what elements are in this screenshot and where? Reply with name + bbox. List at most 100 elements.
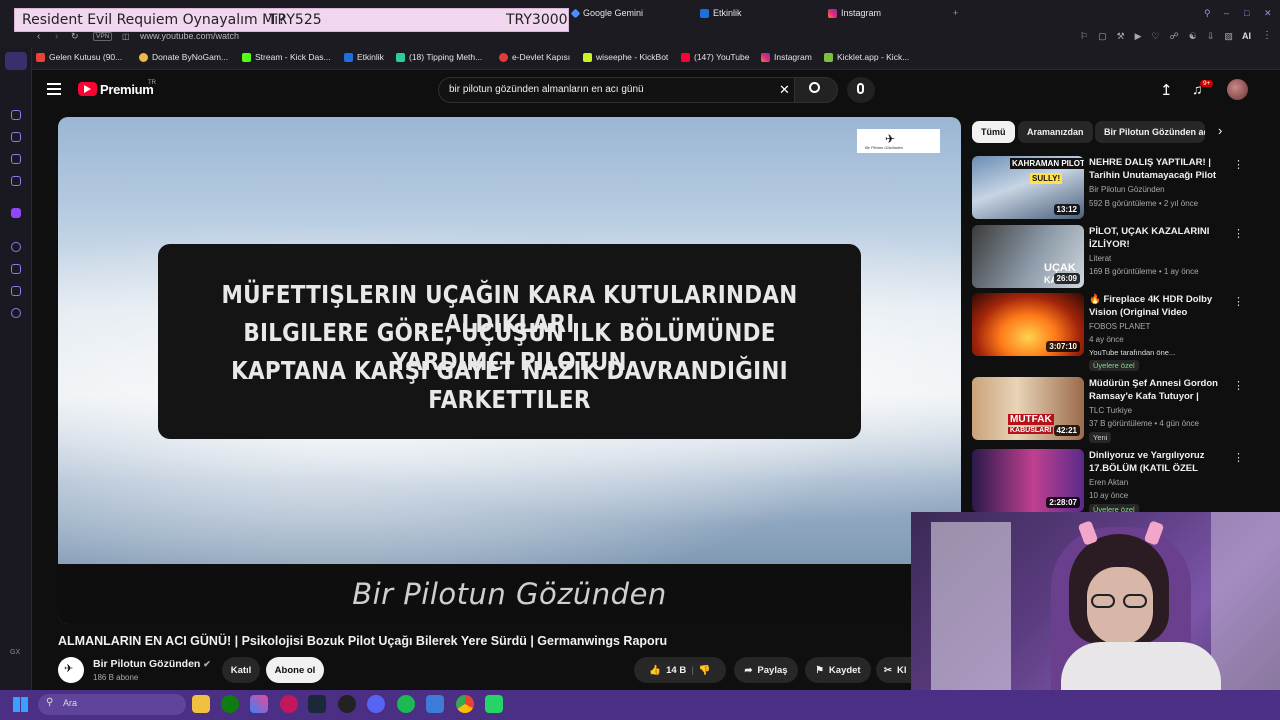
chevron-right-icon[interactable]: › [1218, 123, 1222, 138]
windows-start-icon[interactable] [13, 697, 28, 712]
join-button[interactable]: Katıl [222, 657, 260, 683]
player-icon[interactable] [11, 242, 21, 252]
taskbar-search[interactable]: ⚲ Ara [38, 694, 186, 715]
sidebar-icon-4[interactable] [11, 176, 21, 186]
discord-icon[interactable] [367, 695, 385, 713]
settings-icon[interactable] [11, 308, 21, 318]
more-options-icon[interactable]: ⋮ [1233, 227, 1244, 240]
bookmark-instagram[interactable]: Instagram [761, 52, 812, 62]
search-button[interactable] [794, 77, 838, 103]
forward-icon[interactable]: › [55, 31, 58, 42]
bookmark-gmail[interactable]: Gelen Kutusu (90... [36, 52, 122, 62]
more-options-icon[interactable]: ⋮ [1233, 379, 1244, 392]
donation-amount-total: TRY3000 [506, 12, 568, 28]
kicklet-icon [824, 52, 833, 62]
share-button[interactable]: ➦ Paylaş [734, 657, 798, 683]
chip-all[interactable]: Tümü [972, 121, 1015, 143]
sidebar-icon-1[interactable] [11, 110, 21, 120]
glasses-right [1123, 594, 1147, 608]
card-promo: YouTube tarafından öne... [1089, 348, 1176, 357]
chip-from-search[interactable]: Aramanızdan [1018, 121, 1093, 143]
tab-google-gemini[interactable]: Google Gemini [570, 8, 643, 18]
bookmark-kick[interactable]: Stream - Kick Das... [242, 52, 331, 62]
subscribe-button[interactable]: Abone ol [266, 657, 324, 683]
recommendation-card[interactable]: 3:07:10 🔥 Fireplace 4K HDR Dolby Vision … [971, 293, 1251, 371]
sidebar-icon-5[interactable] [11, 264, 21, 274]
copilot-icon[interactable] [250, 695, 268, 713]
card-meta: 592 B görüntüleme • 2 yıl önce [1089, 199, 1199, 208]
card-meta: 37 B görüntüleme • 4 gün önce [1089, 419, 1199, 428]
video-player[interactable]: ✈ Bir Pilotun Gözünden MÜFETTIŞLERIN UÇA… [58, 117, 961, 624]
ai-button[interactable]: AI [1242, 31, 1251, 41]
tab-etkinlik[interactable]: Etkinlik [700, 8, 742, 18]
dislike-icon[interactable]: 👎 [699, 665, 711, 676]
new-tab-button[interactable]: + [953, 8, 958, 18]
like-count[interactable]: 14 B [666, 665, 686, 676]
search-box[interactable]: bir pilotun gözünden almanların en acı g… [438, 77, 794, 103]
recommendation-card[interactable]: UÇAK KAZ 26:09 PİLOT, UÇAK KAZALARINI İZ… [971, 225, 1251, 291]
chrome-icon[interactable] [456, 695, 474, 713]
vpn-badge[interactable]: VPN [93, 32, 113, 41]
search-icon[interactable]: ⚲ [1204, 8, 1211, 19]
more-options-icon[interactable]: ⋮ [1233, 295, 1244, 308]
xbox-icon[interactable] [221, 695, 239, 713]
sidebar-icon-3[interactable] [11, 154, 21, 164]
channel-name[interactable]: Bir Pilotun Gözünden ✔ [93, 658, 211, 670]
voice-search-button[interactable] [847, 77, 875, 103]
clear-search-icon[interactable]: ✕ [779, 82, 790, 98]
more-options-icon[interactable]: ⋮ [1233, 158, 1244, 171]
menu-hamburger-icon[interactable] [47, 83, 61, 85]
maximize-icon[interactable]: □ [1244, 8, 1249, 18]
bookmark-youtube[interactable]: (147) YouTube [681, 52, 749, 62]
duration-badge: 3:07:10 [1046, 341, 1080, 352]
steam-icon[interactable] [308, 695, 326, 713]
twitch-icon[interactable] [11, 208, 21, 218]
save-button[interactable]: ⚑ Kaydet [805, 657, 871, 683]
bookmark-donate[interactable]: Donate ByNoGam... [139, 52, 228, 62]
sidebar-icon-2[interactable] [11, 132, 21, 142]
app-icon[interactable] [426, 695, 444, 713]
bookmark-edevlet[interactable]: e-Devlet Kapısı [499, 52, 570, 62]
youtube-icon [681, 52, 690, 62]
bookmark-kickbot[interactable]: wiseephe - KickBot [583, 52, 668, 62]
card-title: 🔥 Fireplace 4K HDR Dolby Vision (Origina… [1089, 294, 1213, 318]
file-explorer-icon[interactable] [192, 695, 210, 713]
sidebar-icon-6[interactable] [11, 286, 21, 296]
avatar[interactable] [1227, 79, 1248, 100]
back-icon[interactable]: ‹ [37, 31, 40, 42]
like-icon[interactable]: 👍 [649, 665, 661, 676]
recommendation-card[interactable]: 2:28:07 Dinliyoruz ve Yargılıyoruz 17.BÖ… [971, 449, 1251, 515]
video-brand-watermark: Bir Pilotun Gözünden [352, 577, 667, 611]
bookmark-etkinlik[interactable]: Etkinlik [344, 52, 384, 62]
channel-avatar[interactable]: ✈ [58, 657, 84, 683]
chip-channel[interactable]: Bir Pilotun Gözünden ad [1095, 121, 1205, 143]
obs-icon[interactable] [338, 695, 356, 713]
whatsapp-icon[interactable] [485, 695, 503, 713]
verified-icon: ✔ [203, 659, 211, 669]
channel-watermark-logo: ✈ Bir Pilotun Gözünden [857, 129, 940, 153]
taskbar-search-input[interactable]: Ara [63, 698, 77, 708]
spotify-icon[interactable] [397, 695, 415, 713]
donate-icon [139, 52, 148, 62]
menu-icon[interactable]: ⋮ [1262, 30, 1272, 41]
minimize-icon[interactable]: – [1224, 8, 1229, 18]
recommendation-card[interactable]: KAHRAMAN PILOT SULLY! 13:12 NEHRE DALIŞ … [971, 156, 1251, 222]
home-icon[interactable] [5, 52, 27, 70]
clip-button[interactable]: ✂ Kl [876, 657, 911, 683]
tab-instagram[interactable]: Instagram [828, 8, 881, 18]
upload-icon[interactable]: ↥ [1160, 81, 1173, 99]
donation-title: Resident Evil Requiem Oynayalım Mı? [22, 12, 286, 28]
caption-line-3: KAPTANA KARŞI GAYET NAZIK DAVRANDIĞINI F… [231, 356, 788, 414]
url-field[interactable]: www.youtube.com/watch [140, 31, 239, 41]
premium-label[interactable]: Premium [100, 82, 154, 97]
reload-icon[interactable]: ↻ [71, 31, 79, 42]
more-options-icon[interactable]: ⋮ [1233, 451, 1244, 464]
search-input[interactable]: bir pilotun gözünden almanların en acı g… [449, 84, 644, 95]
bookmark-tipping[interactable]: (18) Tipping Meth... [396, 52, 482, 62]
close-icon[interactable]: ✕ [1264, 8, 1272, 19]
bookmark-kicklet[interactable]: Kicklet.app - Kick... [824, 52, 909, 62]
toolbar-icons[interactable]: ⚐▢⚒▶♡☍☯⇩▧ [1080, 31, 1243, 42]
recommendation-card[interactable]: MUTFAK KABUSLARI 42:21 Müdürün Şef Annes… [971, 377, 1251, 443]
shelf-left [931, 522, 1011, 690]
opera-gx-icon[interactable] [280, 695, 298, 713]
